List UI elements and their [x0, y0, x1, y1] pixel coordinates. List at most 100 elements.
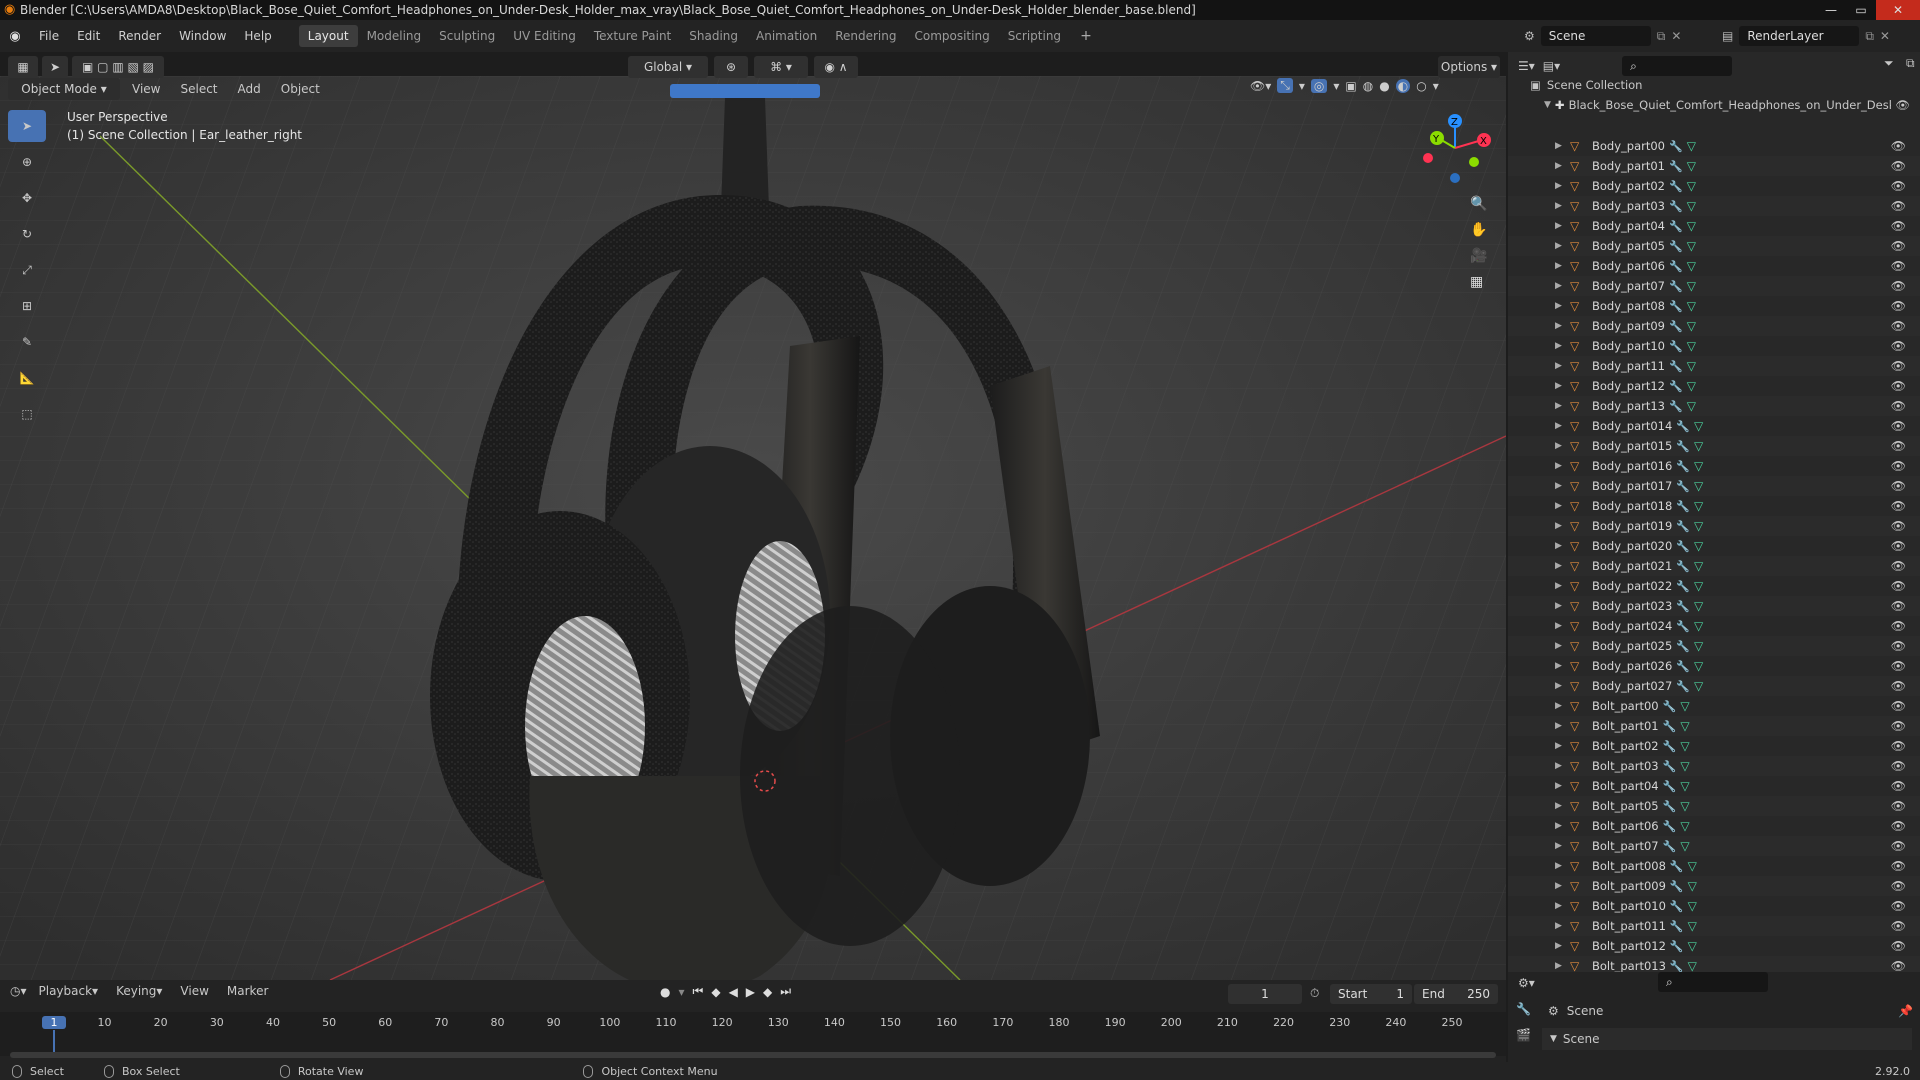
outliner-item[interactable]: ▶ ▽ Body_part03 🔧 ▽ 👁 [1508, 196, 1920, 216]
modifier-wrench-icon[interactable]: 🔧 [1676, 460, 1690, 473]
view-menu-timeline[interactable]: View [174, 984, 214, 998]
overlays-icon[interactable]: ◎ [1310, 78, 1328, 93]
gizmo-dropdown-icon[interactable]: ▾ [1299, 79, 1305, 93]
object-menu[interactable]: Object [273, 82, 328, 96]
properties-editor-type-icon[interactable]: ⚙▾ [1518, 976, 1535, 990]
outliner-item[interactable]: ▶ ▽ Body_part019 🔧 ▽ 👁 [1508, 516, 1920, 536]
modifier-wrench-icon[interactable]: 🔧 [1676, 440, 1690, 453]
pin-icon[interactable]: 📌 [1898, 1004, 1913, 1018]
outliner-item[interactable]: ▶ ▽ Body_part023 🔧 ▽ 👁 [1508, 596, 1920, 616]
solid-shading-icon[interactable]: ● [1379, 79, 1389, 93]
eye-icon[interactable]: 👁 [1891, 679, 1906, 693]
eye-icon[interactable]: 👁 [1891, 559, 1906, 573]
expand-arrow-icon[interactable]: ▶ [1555, 381, 1562, 391]
scale-tool-icon[interactable]: ⤢ [8, 254, 46, 286]
modifier-wrench-icon[interactable]: 🔧 [1669, 140, 1683, 153]
modifier-wrench-icon[interactable]: 🔧 [1670, 940, 1684, 953]
mesh-data-icon[interactable]: ▽ [1680, 759, 1689, 773]
expand-arrow-icon[interactable]: ▶ [1555, 921, 1562, 931]
modifier-wrench-icon[interactable]: 🔧 [1669, 320, 1683, 333]
modifier-wrench-icon[interactable]: 🔧 [1676, 480, 1690, 493]
mesh-data-icon[interactable]: ▽ [1694, 599, 1703, 613]
outliner-item[interactable]: ▶ ▽ Bolt_part07 🔧 ▽ 👁 [1508, 836, 1920, 856]
eye-icon[interactable]: 👁 [1891, 919, 1906, 933]
outliner-item[interactable]: ▶ ▽ Bolt_part011 🔧 ▽ 👁 [1508, 916, 1920, 936]
record-icon[interactable]: ● [660, 985, 670, 999]
mesh-data-icon[interactable]: ▽ [1687, 359, 1696, 373]
pan-hand-icon[interactable]: ✋ [1470, 222, 1487, 238]
eye-icon[interactable]: 👁 [1891, 339, 1906, 353]
expand-arrow-icon[interactable]: ▶ [1555, 201, 1562, 211]
modifier-wrench-icon[interactable]: 🔧 [1663, 820, 1677, 833]
expand-arrow-icon[interactable]: ▶ [1555, 561, 1562, 571]
mesh-data-icon[interactable]: ▽ [1687, 319, 1696, 333]
mesh-data-icon[interactable]: ▽ [1687, 299, 1696, 313]
rendered-shading-icon[interactable]: ○ [1416, 79, 1426, 93]
outliner-item[interactable]: ▶ ▽ Body_part07 🔧 ▽ 👁 [1508, 276, 1920, 296]
modifier-wrench-icon[interactable]: 🔧 [1669, 220, 1683, 233]
xray-icon[interactable]: ▣ [1345, 79, 1356, 93]
mesh-data-icon[interactable]: ▽ [1687, 399, 1696, 413]
outliner-item[interactable]: ▶ ▽ Body_part12 🔧 ▽ 👁 [1508, 376, 1920, 396]
menu-window[interactable]: Window [170, 29, 235, 43]
eye-icon[interactable]: 👁 [1891, 819, 1906, 833]
expand-arrow-icon[interactable]: ▶ [1555, 301, 1562, 311]
expand-arrow-icon[interactable]: ▶ [1555, 721, 1562, 731]
modifier-wrench-icon[interactable]: 🔧 [1670, 900, 1684, 913]
mesh-data-icon[interactable]: ▽ [1687, 219, 1696, 233]
mesh-data-icon[interactable]: ▽ [1694, 559, 1703, 573]
transform-orientation-dropdown[interactable]: Global ▾ [628, 56, 708, 78]
eye-icon[interactable]: 👁 [1891, 219, 1906, 233]
eye-icon[interactable]: 👁 [1891, 359, 1906, 373]
mesh-data-icon[interactable]: ▽ [1687, 199, 1696, 213]
expand-arrow-icon[interactable]: ▶ [1555, 181, 1562, 191]
outliner-item[interactable]: ▶ ▽ Body_part13 🔧 ▽ 👁 [1508, 396, 1920, 416]
eye-icon[interactable]: 👁 [1891, 139, 1906, 153]
renderlayer-icon[interactable]: ▤ [1722, 29, 1733, 43]
modifier-wrench-icon[interactable]: 🔧 [1676, 640, 1690, 653]
eye-icon[interactable]: 👁 [1891, 239, 1906, 253]
eye-icon[interactable]: 👁 [1891, 939, 1906, 953]
eye-icon[interactable]: 👁 [1891, 879, 1906, 893]
expand-arrow-icon[interactable]: ▶ [1555, 901, 1562, 911]
modifier-wrench-icon[interactable]: 🔧 [1669, 240, 1683, 253]
mesh-data-icon[interactable]: ▽ [1687, 179, 1696, 193]
remove-renderlayer-icon[interactable]: ✕ [1880, 29, 1890, 43]
menu-file[interactable]: File [30, 29, 68, 43]
mesh-data-icon[interactable]: ▽ [1680, 779, 1689, 793]
copy-scene-icon[interactable]: ⧉ [1657, 29, 1666, 44]
mesh-data-icon[interactable]: ▽ [1694, 639, 1703, 653]
timeline-ruler[interactable]: 1 10 20 30 40 50 60 70 80 90 100 110 120 130 140 150 160… [0, 1012, 1506, 1056]
expand-arrow-icon[interactable]: ▶ [1555, 141, 1562, 151]
select-box-tool[interactable]: ➤ [8, 110, 46, 142]
expand-arrow-icon[interactable]: ▶ [1555, 761, 1562, 771]
expand-arrow-icon[interactable]: ▶ [1555, 941, 1562, 951]
eye-icon[interactable]: 👁 [1891, 599, 1906, 613]
expand-arrow-icon[interactable]: ▶ [1555, 741, 1562, 751]
render-tab-icon[interactable]: 🎬 [1516, 1028, 1531, 1042]
keying-menu[interactable]: Keying▾ [110, 984, 168, 998]
outliner-item[interactable]: ▶ ▽ Bolt_part012 🔧 ▽ 👁 [1508, 936, 1920, 956]
outliner-item[interactable]: ▶ ▽ Body_part016 🔧 ▽ 👁 [1508, 456, 1920, 476]
expand-arrow-icon[interactable]: ▶ [1555, 261, 1562, 271]
mesh-data-icon[interactable]: ▽ [1687, 339, 1696, 353]
expand-arrow-icon[interactable]: ▶ [1555, 401, 1562, 411]
eye-icon[interactable]: 👁 [1891, 639, 1906, 653]
tab-shading[interactable]: Shading [680, 25, 747, 47]
eye-icon[interactable]: 👁 [1891, 899, 1906, 913]
outliner-item[interactable]: ▶ ▽ Bolt_part01 🔧 ▽ 👁 [1508, 716, 1920, 736]
tab-modeling[interactable]: Modeling [358, 25, 431, 47]
expand-arrow-icon[interactable]: ▶ [1555, 701, 1562, 711]
expand-arrow-icon[interactable]: ▶ [1555, 821, 1562, 831]
scene-panel-header[interactable]: ▼ Scene [1542, 1028, 1912, 1050]
mesh-data-icon[interactable]: ▽ [1688, 879, 1697, 893]
mesh-data-icon[interactable]: ▽ [1694, 499, 1703, 513]
modifier-wrench-icon[interactable]: 🔧 [1669, 300, 1683, 313]
expand-arrow-icon[interactable]: ▶ [1555, 861, 1562, 871]
eye-icon[interactable]: 👁 [1891, 479, 1906, 493]
eye-icon[interactable]: 👁 [1891, 779, 1906, 793]
modifier-wrench-icon[interactable]: 🔧 [1669, 380, 1683, 393]
outliner-item[interactable]: ▶ ▽ Body_part022 🔧 ▽ 👁 [1508, 576, 1920, 596]
mesh-data-icon[interactable]: ▽ [1694, 439, 1703, 453]
visibility-icon[interactable]: 👁▾ [1250, 79, 1271, 93]
